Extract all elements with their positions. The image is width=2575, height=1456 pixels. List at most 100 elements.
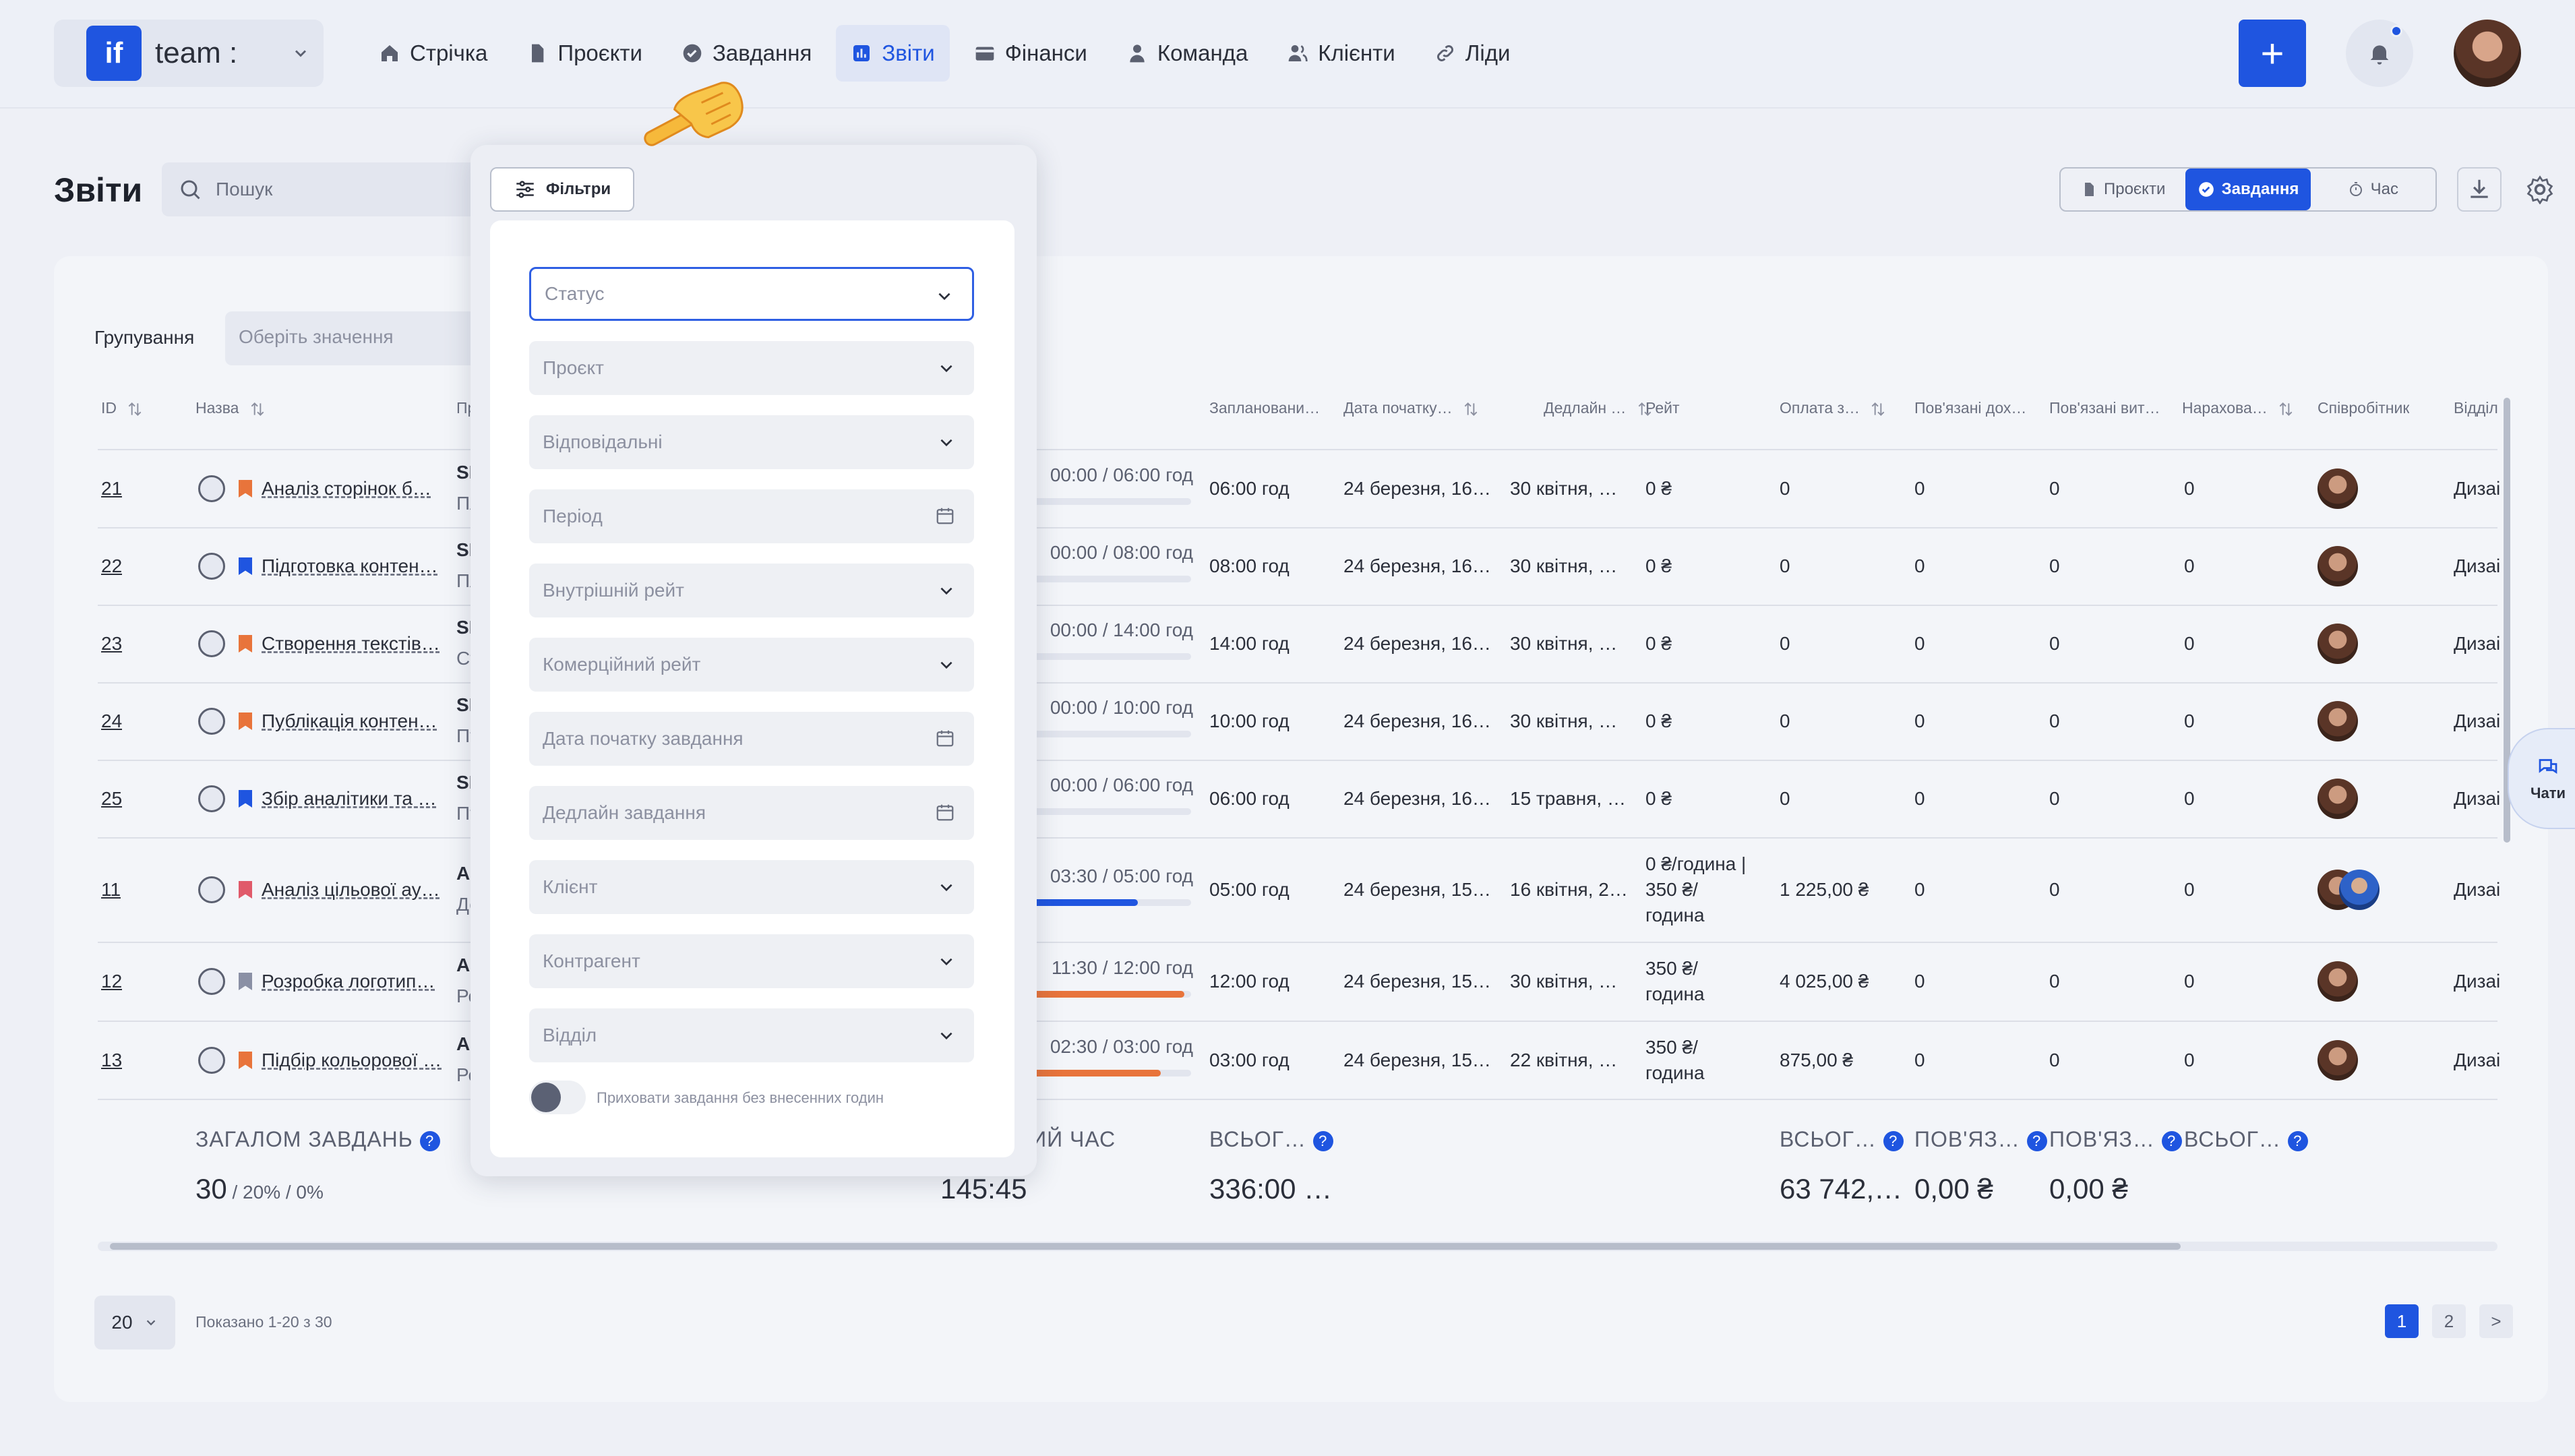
task-id-link[interactable]: 23 [101,633,122,655]
task-id-link[interactable]: 21 [101,478,122,499]
timer-icon[interactable] [198,876,225,903]
timer-icon[interactable] [198,968,225,995]
settings-button[interactable] [2518,167,2562,212]
task-id-link[interactable]: 12 [101,971,122,992]
task-name-link[interactable]: Підготовка контен… [262,555,444,577]
task-id-link[interactable]: 22 [101,555,122,577]
filter-field-5[interactable]: Комерційний рейт [529,638,974,692]
column-header-linked_income[interactable]: Пов'язані дох… [1914,399,2026,417]
sort-icon[interactable] [126,400,144,418]
filter-field-3[interactable]: Період [529,489,974,543]
sort-icon[interactable] [1869,400,1887,418]
grouping-select[interactable]: Оберіть значення [225,311,481,365]
employee-avatar[interactable] [2318,1040,2358,1081]
row-divider [98,605,2497,606]
filter-field-0[interactable]: Статус [529,267,974,321]
workspace-switcher[interactable]: if team : [54,20,324,87]
sort-icon[interactable] [2277,400,2295,418]
employee-avatar[interactable] [2318,779,2358,819]
employee-avatar[interactable] [2318,961,2358,1002]
task-name-link[interactable]: Аналіз цільової ау… [262,879,444,901]
help-icon[interactable]: ? [419,1130,440,1151]
employee-avatar[interactable] [2339,870,2380,910]
task-name-link[interactable]: Створення текстів… [262,633,444,655]
planned-hours: 10:00 год [1209,710,1290,731]
column-header-accrued[interactable]: Нарахова… [2182,399,2295,418]
timer-icon[interactable] [198,785,225,812]
total-planned-label: ВСЬОГ… ? [1209,1127,1333,1152]
filter-field-7[interactable]: Дедлайн завдання [529,786,974,840]
column-header-rate[interactable]: Рейт [1645,399,1680,417]
help-icon[interactable]: ? [2026,1130,2047,1151]
employee-avatar[interactable] [2318,546,2358,586]
timer-icon[interactable] [198,708,225,735]
filter-field-8[interactable]: Клієнт [529,860,974,914]
column-header-linked_expense[interactable]: Пов'язані вит… [2049,399,2160,417]
filters-button[interactable]: Фільтри [490,167,634,212]
add-button[interactable]: + [2239,20,2306,87]
view-tasks-button[interactable]: Завдання [2185,169,2311,210]
task-name-link[interactable]: Розробка логотип… [262,971,444,992]
linked-expense: 0 [2049,633,2060,654]
task-id-link[interactable]: 13 [101,1050,122,1071]
nav-item-0[interactable]: Стрічка [364,25,502,82]
timer-icon[interactable] [198,475,225,502]
sort-icon[interactable] [1462,400,1480,418]
nav-item-6[interactable]: Клієнти [1272,25,1410,82]
per-page-select[interactable]: 20 [94,1296,175,1349]
task-name-link[interactable]: Збір аналітики та … [262,788,444,810]
column-header-dept[interactable]: Відділ [2454,399,2498,417]
employee-avatar[interactable] [2318,624,2358,664]
page-1-button[interactable]: 1 [2385,1304,2419,1338]
view-projects-button[interactable]: Проєкти [2061,169,2185,210]
timer-icon[interactable] [198,630,225,657]
wallet-icon [975,47,994,61]
employee-avatar[interactable] [2318,701,2358,741]
horizontal-scrollbar-thumb[interactable] [110,1243,2181,1250]
hide-empty-toggle[interactable] [529,1081,586,1114]
nav-item-3[interactable]: Звіти [836,25,950,82]
filter-field-9[interactable]: Контрагент [529,934,974,988]
notifications-button[interactable] [2346,20,2413,87]
filter-field-2[interactable]: Відповідальні [529,415,974,469]
column-header-employee[interactable]: Співробітник [2318,399,2409,417]
column-header-payment[interactable]: Оплата з… [1780,399,1887,418]
help-icon[interactable]: ? [1312,1130,1333,1151]
column-header-planned[interactable]: Заплановани… [1209,399,1320,417]
task-id-link[interactable]: 25 [101,788,122,810]
help-icon[interactable]: ? [2287,1130,2308,1151]
chats-tab[interactable]: Чати [2508,728,2575,829]
department: Дизаі [2454,788,2501,809]
help-icon[interactable]: ? [2161,1130,2182,1151]
filter-field-1[interactable]: Проєкт [529,341,974,395]
nav-item-7[interactable]: Ліди [1420,25,1525,82]
column-header-id[interactable]: ID [101,399,144,418]
linked-expense: 0 [2049,1050,2060,1070]
next-page-button[interactable]: > [2479,1304,2513,1338]
filter-field-4[interactable]: Внутрішній рейт [529,564,974,617]
nav-item-5[interactable]: Команда [1112,25,1263,82]
page-2-button[interactable]: 2 [2432,1304,2466,1338]
timer-icon[interactable] [198,1047,225,1074]
user-avatar[interactable] [2454,20,2521,87]
task-id-link[interactable]: 24 [101,710,122,732]
filter-field-6[interactable]: Дата початку завдання [529,712,974,766]
rate-value: 350 ₴/ [1645,879,1698,900]
nav-item-label: Команда [1157,40,1248,65]
nav-item-4[interactable]: Фінанси [959,25,1102,82]
task-name-link[interactable]: Підбір кольорової … [262,1050,444,1071]
employee-avatar[interactable] [2318,468,2358,509]
task-name-link[interactable]: Публікація контен… [262,710,444,732]
help-icon[interactable]: ? [1883,1130,1904,1151]
task-id-link[interactable]: 11 [101,879,121,901]
task-name-link[interactable]: Аналіз сторінок б… [262,478,444,499]
export-button[interactable] [2457,167,2502,212]
column-header-start[interactable]: Дата початку… [1343,399,1480,418]
view-time-button[interactable]: Час [2311,169,2435,210]
sort-icon[interactable] [249,400,266,418]
filter-field-10[interactable]: Відділ [529,1008,974,1062]
column-header-deadline[interactable]: Дедлайн … [1544,399,1654,418]
timer-icon[interactable] [198,553,225,580]
planned-hours: 06:00 год [1209,788,1290,809]
column-header-name[interactable]: Назва [195,399,266,418]
